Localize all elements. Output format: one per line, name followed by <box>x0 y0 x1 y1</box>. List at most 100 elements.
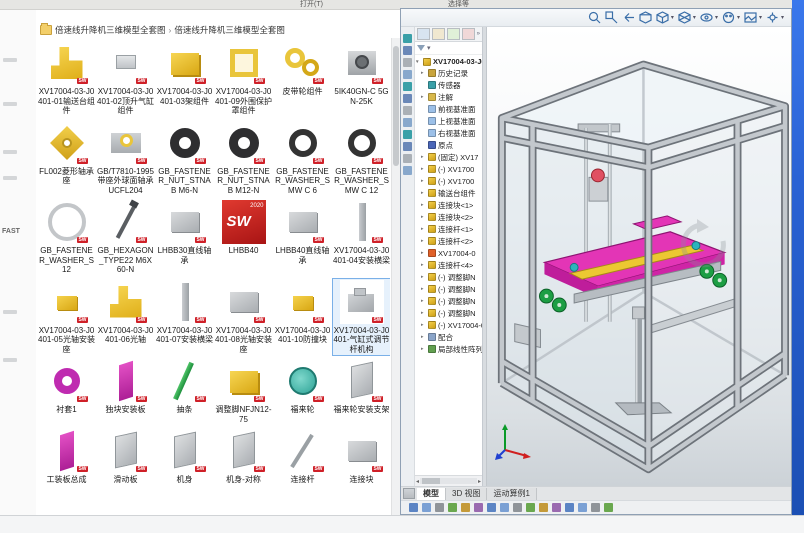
file-item[interactable]: SW GB_FASTENER_NUT_STNAB M6-N <box>156 120 213 197</box>
chevron-right-icon[interactable]: ▸ <box>421 262 426 268</box>
zoom-area-icon[interactable] <box>604 11 619 25</box>
tree-node[interactable]: 上视基准面 <box>415 115 482 127</box>
chevron-right-icon[interactable]: ▸ <box>421 310 426 316</box>
dock-tool-icon[interactable] <box>403 94 412 103</box>
file-item[interactable]: SW XV17004-03-J0401-01输送台组件 <box>38 40 95 117</box>
configurationmanager-tab[interactable] <box>446 28 460 40</box>
status-tool-icon[interactable] <box>461 503 470 512</box>
view-orientation-icon[interactable] <box>655 11 670 25</box>
tree-node[interactable]: ▸ (-) XV1700 <box>415 163 482 175</box>
dock-tool-icon[interactable] <box>403 46 412 55</box>
scrollbar-track[interactable] <box>420 478 477 484</box>
status-tool-icon[interactable] <box>591 503 600 512</box>
file-item[interactable]: SW 福来轮 <box>274 358 331 425</box>
file-item[interactable]: SW LHBB40直线轴承 <box>274 199 331 276</box>
section-view-icon[interactable] <box>638 11 653 25</box>
dock-tool-icon[interactable] <box>403 154 412 163</box>
file-item[interactable]: SW LHBB30直线轴承 <box>156 199 213 276</box>
chevron-right-icon[interactable]: ▸ <box>421 166 426 172</box>
file-item[interactable]: SW XV17004-03-J0401-03架组件 <box>156 40 213 117</box>
status-tool-icon[interactable] <box>526 503 535 512</box>
file-item[interactable]: SW 机身-对称 <box>215 428 272 486</box>
dock-tool-icon[interactable] <box>403 166 412 175</box>
status-tool-icon[interactable] <box>578 503 587 512</box>
breadcrumb-folder-2[interactable]: 倍速线升降机三维模型全套图 <box>174 24 285 36</box>
file-item[interactable]: SW 连接块 <box>333 428 390 486</box>
dock-tool-icon[interactable] <box>403 142 412 151</box>
file-item[interactable]: SW 机身 <box>156 428 213 486</box>
tree-node[interactable]: ▸ 注解 <box>415 91 482 103</box>
tree-node[interactable]: ▸ (-) 调整脚N <box>415 307 482 319</box>
chevron-down-icon[interactable]: ▾ <box>416 59 421 65</box>
chevron-right-icon[interactable]: ▸ <box>421 346 426 352</box>
file-item[interactable]: SW XV17004-03-J0401-08光轴安装座 <box>215 279 272 356</box>
status-tool-icon[interactable] <box>487 503 496 512</box>
status-tool-icon[interactable] <box>552 503 561 512</box>
dock-tool-icon[interactable] <box>403 82 412 91</box>
dimxpert-tab[interactable] <box>461 28 475 40</box>
file-item[interactable]: SW XV17004-03-J0401-06光轴 <box>97 279 154 356</box>
split-view-icon[interactable] <box>403 488 415 499</box>
status-tool-icon[interactable] <box>435 503 444 512</box>
tree-node[interactable]: ▸ 局部线性阵列 <box>415 343 482 355</box>
tree-node[interactable]: ▸ 连接块<2> <box>415 211 482 223</box>
dropdown-arrow-icon[interactable]: ▾ <box>781 14 784 21</box>
file-item[interactable]: SW 滑动板 <box>97 428 154 486</box>
tab-模型[interactable]: 模型 <box>417 487 446 500</box>
status-tool-icon[interactable] <box>422 503 431 512</box>
tree-node[interactable]: ▸ 输送台组件 <box>415 187 482 199</box>
file-item[interactable]: SW GB_FASTENER_WASHER_S 12 <box>38 199 95 276</box>
status-tool-icon[interactable] <box>409 503 418 512</box>
hide-show-items-icon[interactable] <box>699 11 714 25</box>
menu-item-open[interactable]: 打开(T) <box>300 0 323 9</box>
status-tool-icon[interactable] <box>448 503 457 512</box>
dropdown-arrow-icon[interactable]: ▾ <box>693 14 696 21</box>
tree-node[interactable]: ▸ XV17004-0 <box>415 247 482 259</box>
tree-node[interactable]: ▸ (-) XV1700 <box>415 175 482 187</box>
dropdown-arrow-icon[interactable]: ▾ <box>715 14 718 21</box>
file-item[interactable]: SW XV17004-03-J0401-09外围保护罩组件 <box>215 40 272 117</box>
dropdown-arrow-icon[interactable]: ▾ <box>737 14 740 21</box>
dock-tool-icon[interactable] <box>403 130 412 139</box>
zoom-fit-icon[interactable] <box>587 11 602 25</box>
file-item[interactable]: SW 皮带轮组件 <box>274 40 331 117</box>
dock-tool-icon[interactable] <box>403 34 412 43</box>
chevron-right-icon[interactable]: ▸ <box>421 70 426 76</box>
tree-node[interactable]: ▸ (-) 调整脚N <box>415 271 482 283</box>
propertymanager-tab[interactable] <box>431 28 445 40</box>
tree-node[interactable]: 前视基准面 <box>415 103 482 115</box>
dock-tool-icon[interactable] <box>403 70 412 79</box>
tree-node[interactable]: ▸ 连接杆<4> <box>415 259 482 271</box>
file-item[interactable]: SW 福来轮安装支架 <box>333 358 390 425</box>
dock-tool-icon[interactable] <box>403 58 412 67</box>
file-item[interactable]: SW XV17004-03-J0401-07安装横梁 <box>156 279 213 356</box>
featuremanager-tab[interactable] <box>417 28 430 40</box>
chevron-right-icon[interactable]: ▸ <box>421 214 426 220</box>
tree-root-node[interactable]: ▾ XV17004-03-J0 <box>415 55 482 67</box>
dropdown-arrow-icon[interactable]: ▾ <box>671 14 674 21</box>
chevron-right-icon[interactable]: ▸ <box>421 190 426 196</box>
tab-3D 视图[interactable]: 3D 视图 <box>446 487 488 500</box>
tree-node[interactable]: 右视基准面 <box>415 127 482 139</box>
file-item[interactable]: SW 连接杆 <box>274 428 331 486</box>
file-item[interactable]: SW GB_HEXAGON_TYPE22 M6X60-N <box>97 199 154 276</box>
tree-node[interactable]: ▸ 历史记录 <box>415 67 482 79</box>
tab-运动算例1[interactable]: 运动算例1 <box>487 487 537 500</box>
tree-node[interactable]: ▸ (-) 调整脚N <box>415 283 482 295</box>
scroll-left-arrow[interactable]: ◂ <box>416 478 419 485</box>
view-settings-icon[interactable] <box>765 11 780 25</box>
chevron-right-icon[interactable]: ▸ <box>421 178 426 184</box>
previous-view-icon[interactable] <box>621 11 636 25</box>
tree-node[interactable]: ▸ 连接块<1> <box>415 199 482 211</box>
tabs-overflow-chevron-icon[interactable]: » <box>477 31 480 37</box>
edit-appearance-icon[interactable] <box>721 11 736 25</box>
tree-horizontal-scrollbar[interactable]: ◂ ▸ <box>415 475 482 486</box>
file-item[interactable]: SW 衬套1 <box>38 358 95 425</box>
status-tool-icon[interactable] <box>513 503 522 512</box>
file-item[interactable]: SW GB/T7810-1995带座外球面轴承UCFL204 <box>97 120 154 197</box>
breadcrumb-folder-1[interactable]: 倍速线升降机三维模型全套图 <box>55 24 166 36</box>
status-tool-icon[interactable] <box>500 503 509 512</box>
dock-tool-icon[interactable] <box>403 106 412 115</box>
file-item[interactable]: SW 抽条 <box>156 358 213 425</box>
chevron-right-icon[interactable]: ▸ <box>421 202 426 208</box>
